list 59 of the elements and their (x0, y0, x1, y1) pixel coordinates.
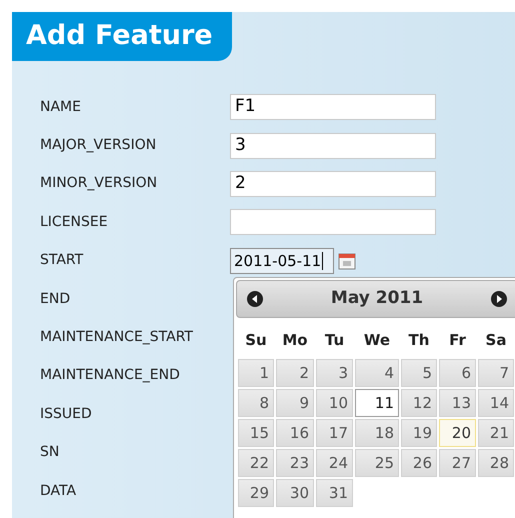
day-cell[interactable]: 25 (355, 449, 399, 477)
input-field[interactable]: 3 (230, 132, 436, 159)
day-cell[interactable]: 12 (401, 389, 437, 417)
day-cell[interactable]: 9 (276, 389, 314, 417)
day-cell[interactable]: 29 (238, 479, 274, 507)
day-cell[interactable]: 7 (478, 359, 514, 387)
day-cell[interactable]: 28 (478, 449, 514, 477)
input-field[interactable]: F1 (230, 94, 436, 120)
day-cell[interactable]: 21 (478, 419, 514, 447)
input-field[interactable]: 2 (230, 170, 436, 197)
day-cell[interactable]: 2 (276, 359, 314, 387)
field-label: MAINTENANCE_END (39, 366, 181, 386)
field-label: MAINTENANCE_START (39, 328, 194, 348)
month-title: May 2011 (330, 287, 424, 310)
day-cell[interactable]: 15 (238, 419, 274, 447)
date-field[interactable]: 2011-05-11 (230, 248, 334, 274)
day-cell[interactable]: 1 (238, 359, 274, 387)
day-cell[interactable]: 6 (439, 359, 476, 387)
weekday-label: Su (244, 330, 268, 349)
day-cell[interactable]: 20 (439, 419, 476, 447)
calendar-icon[interactable] (338, 252, 356, 270)
day-cell[interactable]: 26 (401, 449, 437, 477)
panel-title: Add Feature (12, 12, 232, 61)
day-cell[interactable]: 19 (401, 419, 437, 447)
field-label: MINOR_VERSION (39, 174, 158, 194)
day-cell[interactable]: 18 (355, 419, 399, 447)
day-cell[interactable]: 8 (238, 389, 274, 417)
day-cell[interactable]: 14 (478, 389, 514, 417)
day-cell[interactable]: 5 (401, 359, 437, 387)
field-label: NAME (39, 98, 82, 117)
weekday-label: Th (408, 330, 430, 349)
next-month-icon[interactable] (491, 291, 507, 307)
day-cell[interactable]: 31 (316, 479, 353, 507)
weekday-label: Fr (448, 330, 467, 349)
day-cell[interactable]: 10 (316, 389, 353, 417)
field-label: START (39, 251, 84, 270)
previous-month-icon[interactable] (247, 291, 263, 307)
field-label: LICENSEE (39, 212, 109, 232)
day-cell[interactable]: 3 (316, 359, 353, 387)
field-label: MAJOR_VERSION (39, 136, 158, 156)
input-field[interactable] (230, 209, 436, 236)
weekday-label: Tu (324, 330, 346, 349)
day-cell[interactable]: 24 (316, 449, 353, 477)
field-label: DATA (39, 482, 78, 501)
day-cell[interactable]: 13 (439, 389, 476, 417)
field-label: END (39, 290, 72, 309)
day-cell[interactable]: 22 (238, 449, 274, 477)
day-cell[interactable]: 30 (276, 479, 314, 507)
day-cell[interactable]: 23 (276, 449, 314, 477)
day-cell[interactable]: 17 (316, 419, 353, 447)
weekday-label: Mo (281, 330, 309, 349)
day-cell[interactable]: 27 (439, 449, 476, 477)
day-cell[interactable]: 16 (276, 419, 314, 447)
field-label: SN (39, 443, 60, 462)
field-label: ISSUED (39, 404, 93, 424)
day-cell[interactable]: 4 (355, 359, 399, 387)
day-cell[interactable]: 11 (355, 389, 399, 417)
weekday-label: Sa (484, 330, 508, 349)
weekday-label: We (362, 330, 392, 349)
